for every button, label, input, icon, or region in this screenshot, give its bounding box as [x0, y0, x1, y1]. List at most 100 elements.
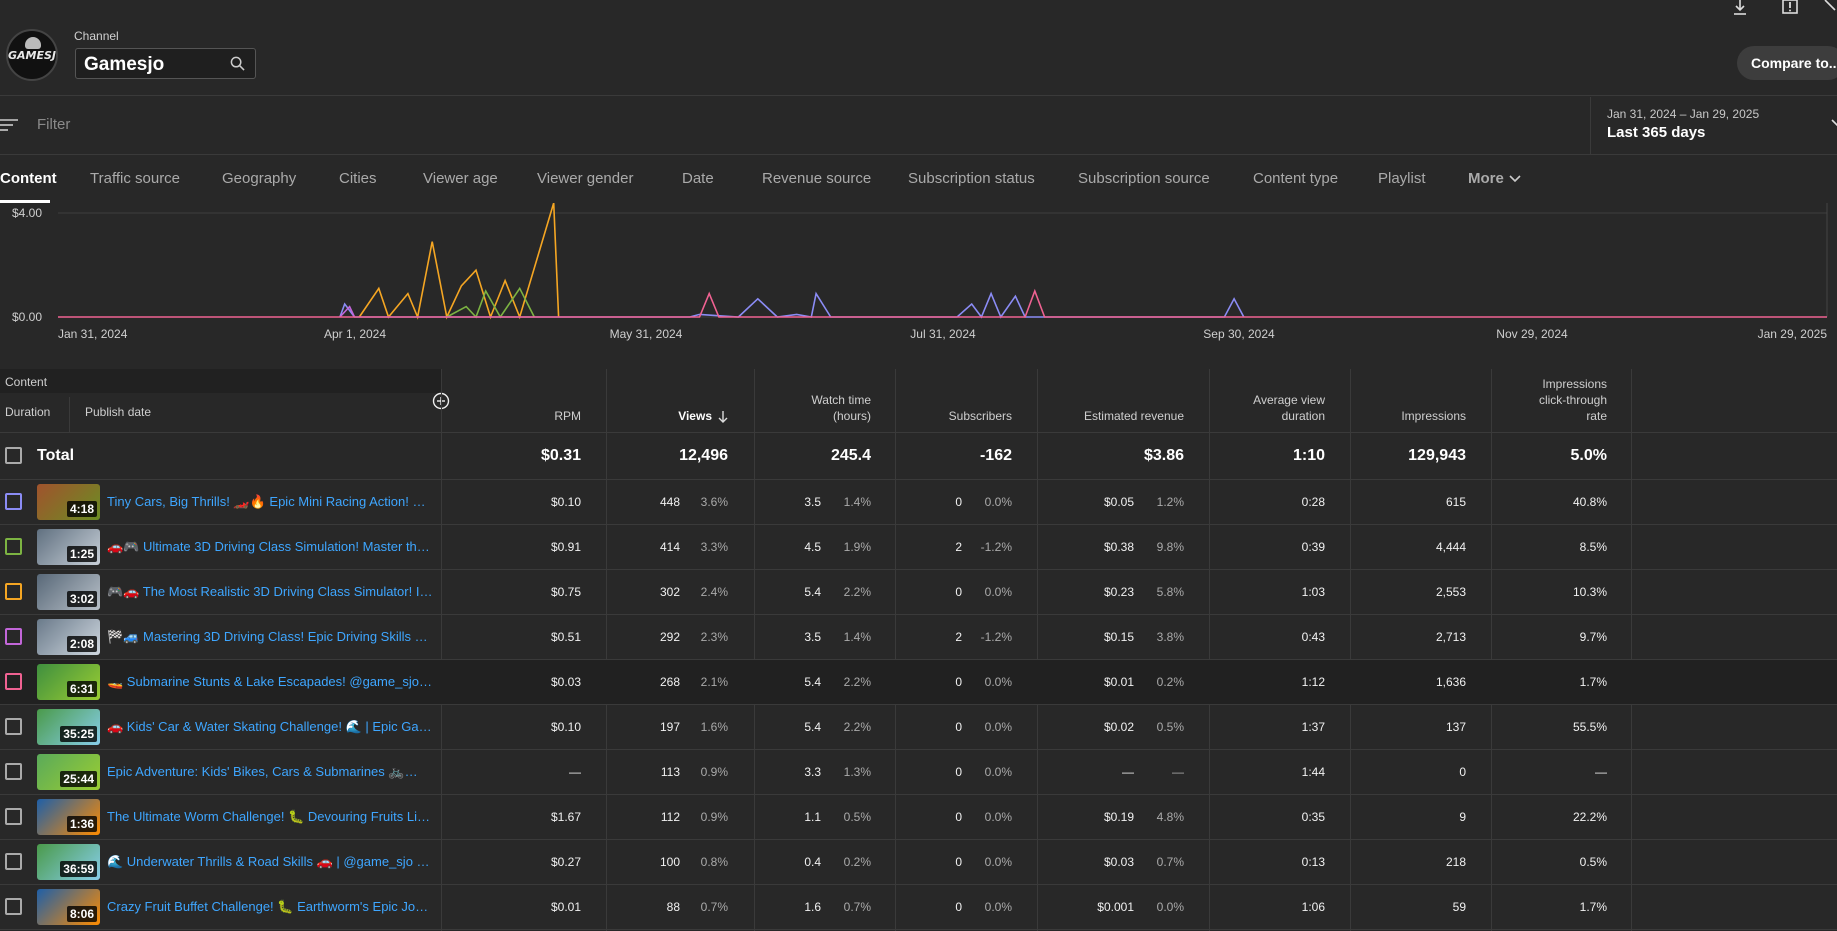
video-thumbnail[interactable]: 36:59 [37, 844, 100, 880]
views-column-header[interactable]: Views [610, 369, 728, 433]
download-icon[interactable] [1731, 0, 1749, 16]
search-icon[interactable] [230, 56, 245, 71]
watch-time-column-header[interactable]: Watch time (hours) [758, 369, 871, 433]
table-row[interactable]: 8:06 Crazy Fruit Buffet Challenge! 🐛 Eart… [0, 885, 1837, 930]
subscribers-percent: 0.0% [984, 675, 1012, 689]
video-thumbnail[interactable]: 3:02 [37, 574, 100, 610]
chart-series-line-3[interactable] [339, 291, 1245, 319]
table-row[interactable]: 3:02 🎮🚗 The Most Realistic 3D Driving Cla… [0, 570, 1837, 615]
table-row[interactable]: 1:36 The Ultimate Worm Challenge! 🐛 Devou… [0, 795, 1837, 840]
video-title-link[interactable]: 🚗 Kids' Car & Water Skating Challenge! 🌊… [107, 719, 433, 735]
avg-view-duration-value: 1:03 [1301, 585, 1325, 599]
compare-button[interactable]: Compare to... [1737, 46, 1837, 80]
video-thumbnail[interactable]: 25:44 [37, 754, 100, 790]
table-row[interactable]: 6:31 🚤 Submarine Stunts & Lake Escapades!… [0, 660, 1837, 705]
video-thumbnail[interactable]: 35:25 [37, 709, 100, 745]
sort-descending-icon[interactable] [718, 411, 728, 423]
estimated-revenue-column-header[interactable]: Estimated revenue [1041, 369, 1184, 433]
video-title-link[interactable]: 🎮🚗 The Most Realistic 3D Driving Class S… [107, 584, 433, 600]
average-view-duration-column-header[interactable]: Average view duration [1213, 369, 1325, 433]
tab-date[interactable]: Date [682, 170, 714, 187]
row-checkbox[interactable] [5, 718, 22, 735]
duration-column-header[interactable]: Duration [5, 405, 50, 419]
row-checkbox[interactable] [5, 853, 22, 870]
feedback-icon[interactable] [1781, 0, 1799, 16]
video-title-link[interactable]: The Ultimate Worm Challenge! 🐛 Devouring… [107, 809, 433, 825]
chevron-down-icon [1831, 119, 1837, 127]
table-row[interactable]: 2:08 🏁🚙 Mastering 3D Driving Class! Epic … [0, 615, 1837, 660]
video-thumbnail[interactable]: 8:06 [37, 889, 100, 925]
video-title-link[interactable]: 🚗🎮 Ultimate 3D Driving Class Simulation!… [107, 539, 433, 555]
subscribers-value: 0 [955, 495, 962, 509]
close-icon[interactable] [1823, 0, 1837, 16]
table-row[interactable]: 4:18 Tiny Cars, Big Thrills! 🏎️🔥 Epic Min… [0, 480, 1837, 525]
row-checkbox[interactable] [5, 808, 22, 825]
table-header: Content Duration Publish date RPM Views Wa… [0, 369, 1837, 433]
video-thumbnail[interactable]: 1:36 [37, 799, 100, 835]
filter-icon[interactable] [0, 118, 18, 132]
video-duration: 8:06 [66, 906, 97, 922]
channel-avatar[interactable]: GAMESJO [6, 29, 58, 81]
video-title-link[interactable]: 🚤 Submarine Stunts & Lake Escapades! @ga… [107, 674, 433, 690]
row-checkbox[interactable] [5, 583, 22, 600]
tab-traffic-source[interactable]: Traffic source [90, 170, 180, 187]
subscribers-column-header[interactable]: Subscribers [899, 369, 1012, 433]
channel-select[interactable]: Gamesjo [75, 48, 256, 79]
video-title-link[interactable]: 🏁🚙 Mastering 3D Driving Class! Epic Driv… [107, 629, 433, 645]
subscribers-header-label: Subscribers [948, 409, 1012, 423]
rpm-value: — [569, 765, 581, 779]
tab-cities[interactable]: Cities [339, 170, 377, 187]
row-checkbox[interactable] [5, 763, 22, 780]
revenue-percent: — [1172, 765, 1184, 779]
video-title-link[interactable]: Epic Adventure: Kids' Bikes, Cars & Subm… [107, 764, 433, 780]
table-row[interactable]: 36:59 🌊 Underwater Thrills & Road Skills … [0, 840, 1837, 885]
date-range-text: Jan 31, 2024 – Jan 29, 2025 [1607, 107, 1760, 121]
tab-viewer-gender[interactable]: Viewer gender [537, 170, 633, 187]
publish-date-column-header[interactable]: Publish date [69, 397, 166, 433]
tab-more[interactable]: More [1468, 170, 1522, 187]
video-title-link[interactable]: Tiny Cars, Big Thrills! 🏎️🔥 Epic Mini Ra… [107, 494, 433, 510]
tab-geography[interactable]: Geography [222, 170, 296, 187]
tab-viewer-age[interactable]: Viewer age [423, 170, 498, 187]
tab-playlist[interactable]: Playlist [1378, 170, 1426, 187]
avatar-logo-text: GAMESJO [8, 49, 57, 62]
tab-revenue-source[interactable]: Revenue source [762, 170, 871, 187]
row-checkbox[interactable] [5, 898, 22, 915]
video-thumbnail[interactable]: 1:25 [37, 529, 100, 565]
video-thumbnail[interactable]: 6:31 [37, 664, 100, 700]
table-row[interactable]: 25:44 Epic Adventure: Kids' Bikes, Cars &… [0, 750, 1837, 795]
video-title-link[interactable]: 🌊 Underwater Thrills & Road Skills 🚗 | @… [107, 854, 433, 870]
tab-subscription-source[interactable]: Subscription source [1078, 170, 1210, 187]
tab-subscription-status[interactable]: Subscription status [908, 170, 1035, 187]
rpm-value: $1.67 [550, 810, 581, 824]
subscribers-value: 0 [955, 585, 962, 599]
video-duration: 2:08 [66, 636, 97, 652]
channel-label: Channel [74, 29, 119, 43]
table-row[interactable]: 35:25 🚗 Kids' Car & Water Skating Challen… [0, 705, 1837, 750]
impressions-column-header[interactable]: Impressions [1354, 369, 1466, 433]
filter-input[interactable]: Filter [37, 116, 70, 133]
chart-series-line-5[interactable] [58, 288, 1827, 318]
date-range-picker[interactable]: Jan 31, 2024 – Jan 29, 2025 Last 365 day… [1590, 97, 1837, 154]
table-row[interactable]: 1:25 🚗🎮 Ultimate 3D Driving Class Simulat… [0, 525, 1837, 570]
chart-series-line-1[interactable] [358, 203, 560, 320]
row-checkbox[interactable] [5, 673, 22, 690]
row-checkbox[interactable] [5, 538, 22, 555]
video-duration: 25:44 [60, 771, 97, 787]
avg-view-duration-value: 0:35 [1301, 810, 1325, 824]
logo-head-shape [25, 37, 41, 49]
tab-content-type[interactable]: Content type [1253, 170, 1338, 187]
row-checkbox[interactable] [5, 493, 22, 510]
total-impressions: 129,943 [1408, 447, 1466, 464]
video-thumbnail[interactable]: 2:08 [37, 619, 100, 655]
rpm-column-header[interactable]: RPM [445, 369, 581, 433]
chevron-down-icon [1509, 175, 1521, 183]
views-value: 100 [659, 855, 680, 869]
video-thumbnail[interactable]: 4:18 [37, 484, 100, 520]
impressions-ctr-column-header[interactable]: Impressions click-through rate [1495, 369, 1607, 433]
row-checkbox[interactable] [5, 628, 22, 645]
video-title-link[interactable]: Crazy Fruit Buffet Challenge! 🐛 Earthwor… [107, 899, 433, 915]
revenue-percent: 0.0% [1156, 900, 1184, 914]
select-all-checkbox[interactable] [5, 447, 22, 464]
tab-content[interactable]: Content [0, 170, 57, 187]
